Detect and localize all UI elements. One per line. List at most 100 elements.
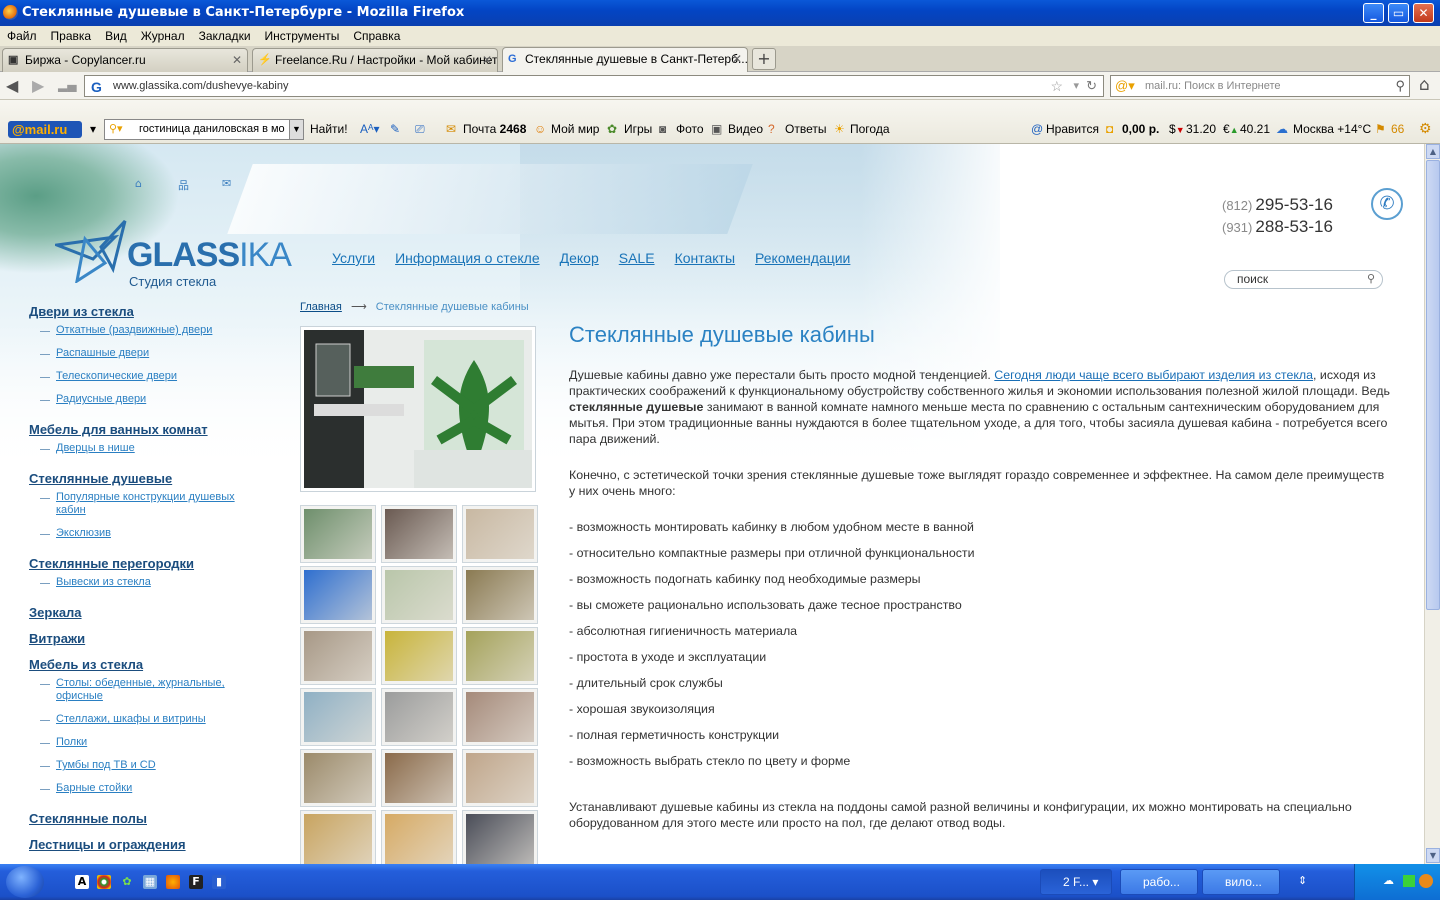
breadcrumb-home-link[interactable]: Главная xyxy=(300,301,342,313)
sidebar-subcategory-link[interactable]: Эксклюзив xyxy=(29,527,244,540)
search-engine-icon[interactable]: @▾ xyxy=(1115,76,1135,96)
scrollbar-thumb[interactable] xyxy=(1426,160,1440,610)
menu-edit[interactable]: Правка xyxy=(44,26,99,43)
settings-gear-icon[interactable]: ⚙ xyxy=(1419,120,1432,137)
gallery-thumbnail[interactable] xyxy=(381,566,457,624)
sidebar-subcategory-link[interactable]: Радиусные двери xyxy=(29,393,244,406)
gallery-thumbnail[interactable] xyxy=(381,749,457,807)
nav-sale[interactable]: SALE xyxy=(619,250,655,266)
glassika-logo[interactable]: GLASSIKA Студия стекла xyxy=(55,219,295,289)
gallery-thumbnail[interactable] xyxy=(462,505,538,563)
web-search-box[interactable]: @▾ mail.ru: Поиск в Интернете ⚲ xyxy=(1110,75,1410,97)
search-icon[interactable]: ⚲ xyxy=(1395,76,1405,96)
scroll-down-icon[interactable]: ▼ xyxy=(1426,848,1440,863)
nav-decor[interactable]: Декор xyxy=(560,250,599,266)
traffic-level[interactable]: 66 xyxy=(1391,122,1404,136)
tray-status-icon[interactable] xyxy=(1403,875,1415,887)
search-icon[interactable]: ⚲ xyxy=(1367,271,1375,288)
weather-city[interactable]: Москва +14°C xyxy=(1293,122,1371,136)
back-arrow-icon[interactable]: ◀ xyxy=(6,76,18,95)
gallery-thumbnail[interactable] xyxy=(300,627,376,685)
taskbar-excel-document[interactable]: вило... xyxy=(1202,869,1280,895)
gallery-thumbnail[interactable] xyxy=(300,688,376,746)
nav-services[interactable]: Услуги xyxy=(332,250,375,266)
nav-recommendations[interactable]: Рекомендации xyxy=(755,250,850,266)
menu-tools[interactable]: Инструменты xyxy=(258,26,347,43)
start-button[interactable] xyxy=(6,866,44,898)
menu-file[interactable]: Файл xyxy=(0,26,44,43)
sidebar-subcategory-link[interactable]: Столы: обеденные, журнальные, офисные xyxy=(29,677,244,703)
screenshot-icon[interactable]: ⎚ xyxy=(415,122,425,137)
tab-close-icon[interactable]: ✕ xyxy=(232,49,242,71)
sidebar-category-link[interactable]: Стеклянные душевые xyxy=(29,471,269,486)
mailru-weather-link[interactable]: Погода xyxy=(850,122,890,136)
sidebar-subcategory-link[interactable]: Популярные конструкции душевых кабин xyxy=(29,491,244,517)
sitemap-icon[interactable]: 品 xyxy=(178,177,189,193)
tray-firefox-icon[interactable] xyxy=(1419,874,1433,888)
chrome-icon[interactable] xyxy=(97,875,111,889)
inline-link[interactable]: Сегодня люди чаще всего выбирают изделия… xyxy=(994,368,1313,382)
home-icon[interactable]: ⌂ xyxy=(135,177,142,190)
sidebar-category-link[interactable]: Лестницы и ограждения xyxy=(29,837,269,852)
taskbar-word-document[interactable]: рабо... xyxy=(1120,869,1198,895)
sidebar-subcategory-link[interactable]: Полки xyxy=(29,736,244,749)
sidebar-subcategory-link[interactable]: Стеллажи, шкафы и витрины xyxy=(29,713,244,726)
mailru-menu-arrow-icon[interactable]: ▾ xyxy=(90,122,96,136)
forward-arrow-icon[interactable]: ▶ xyxy=(32,76,44,95)
menu-help[interactable]: Справка xyxy=(346,26,407,43)
tab-close-icon[interactable]: ✕ xyxy=(482,49,492,71)
menu-history[interactable]: Журнал xyxy=(134,26,192,43)
sidebar-subcategory-link[interactable]: Вывески из стекла xyxy=(29,576,244,589)
mailru-photo-link[interactable]: Фото xyxy=(676,122,704,136)
sidebar-subcategory-link[interactable]: Телескопические двери xyxy=(29,370,244,383)
font-size-icon[interactable]: Aᴬ▾ xyxy=(360,122,379,136)
gallery-thumbnail[interactable] xyxy=(462,810,538,864)
page-scrollbar[interactable]: ▲ ▼ xyxy=(1424,144,1440,864)
eur-rate[interactable]: 40.21 xyxy=(1240,122,1270,136)
flower-app-icon[interactable]: ✿ xyxy=(120,875,134,889)
home-icon[interactable]: ⌂ xyxy=(1419,75,1430,95)
nav-glass-info[interactable]: Информация о стекле xyxy=(395,250,540,266)
close-button[interactable]: ✕ xyxy=(1413,3,1434,23)
address-bar[interactable]: G www.glassika.com/dushevye-kabiny ☆ ▾ ↻ xyxy=(84,75,1104,97)
phone-handset-icon[interactable]: ✆ xyxy=(1371,188,1403,220)
gallery-thumbnail[interactable] xyxy=(381,810,457,864)
gallery-thumbnail[interactable] xyxy=(462,749,538,807)
mailru-search-input[interactable]: ⚲▾ гостиница даниловская в мо ▼ xyxy=(104,119,304,140)
maximize-button[interactable]: ▭ xyxy=(1388,3,1409,23)
sidebar-subcategory-link[interactable]: Распашные двери xyxy=(29,347,244,360)
firefox-taskbar-icon[interactable] xyxy=(166,875,180,889)
main-product-photo[interactable] xyxy=(300,326,536,492)
sidebar-category-link[interactable]: Двери из стекла xyxy=(29,304,269,319)
nav-contacts[interactable]: Контакты xyxy=(675,250,735,266)
mailru-find-button[interactable]: Найти! xyxy=(310,122,348,136)
network-icon[interactable]: ☁ xyxy=(1383,874,1394,887)
tab-glassika[interactable]: G Стеклянные душевые в Санкт-Петерб... ✕ xyxy=(502,47,748,73)
site-search-input[interactable]: поиск ⚲ xyxy=(1224,270,1383,289)
gallery-thumbnail[interactable] xyxy=(300,566,376,624)
sidebar-subcategory-link[interactable]: Тумбы под ТВ и CD xyxy=(29,759,244,772)
tab-freelance[interactable]: ⚡ Freelance.Ru / Настройки - Мой кабинет… xyxy=(252,48,498,72)
mailru-answers-link[interactable]: Ответы xyxy=(785,122,826,136)
gallery-thumbnail[interactable] xyxy=(300,505,376,563)
sidebar-category-link[interactable]: Зеркала xyxy=(29,605,269,620)
highlighter-icon[interactable]: ✎ xyxy=(390,122,400,136)
menu-view[interactable]: Вид xyxy=(98,26,134,43)
font-app-icon[interactable]: A xyxy=(75,875,89,889)
taskbar-firefox-group[interactable]: 2 F... ▾ xyxy=(1040,869,1112,895)
minimize-button[interactable]: _ xyxy=(1363,3,1384,23)
tab-copylancer[interactable]: ▣ Биржа - Copylancer.ru ✕ xyxy=(2,48,248,72)
gallery-thumbnail[interactable] xyxy=(381,627,457,685)
sidebar-subcategory-link[interactable]: Барные стойки xyxy=(29,782,244,795)
gallery-thumbnail[interactable] xyxy=(300,749,376,807)
reload-icon[interactable]: ↻ xyxy=(1086,76,1097,96)
sidebar-subcategory-link[interactable]: Откатные (раздвижные) двери xyxy=(29,324,244,337)
gallery-thumbnail[interactable] xyxy=(300,810,376,864)
dropdown-arrow-icon[interactable]: ▾ xyxy=(1073,76,1079,96)
window-app-icon[interactable]: ▮ xyxy=(212,875,226,889)
usd-rate[interactable]: 31.20 xyxy=(1186,122,1216,136)
new-tab-button[interactable]: + xyxy=(752,48,776,70)
mailru-like-button[interactable]: Нравится xyxy=(1046,122,1099,136)
bookmark-star-icon[interactable]: ☆ xyxy=(1050,76,1063,96)
sidebar-subcategory-link[interactable]: Дверцы в нише xyxy=(29,442,244,455)
